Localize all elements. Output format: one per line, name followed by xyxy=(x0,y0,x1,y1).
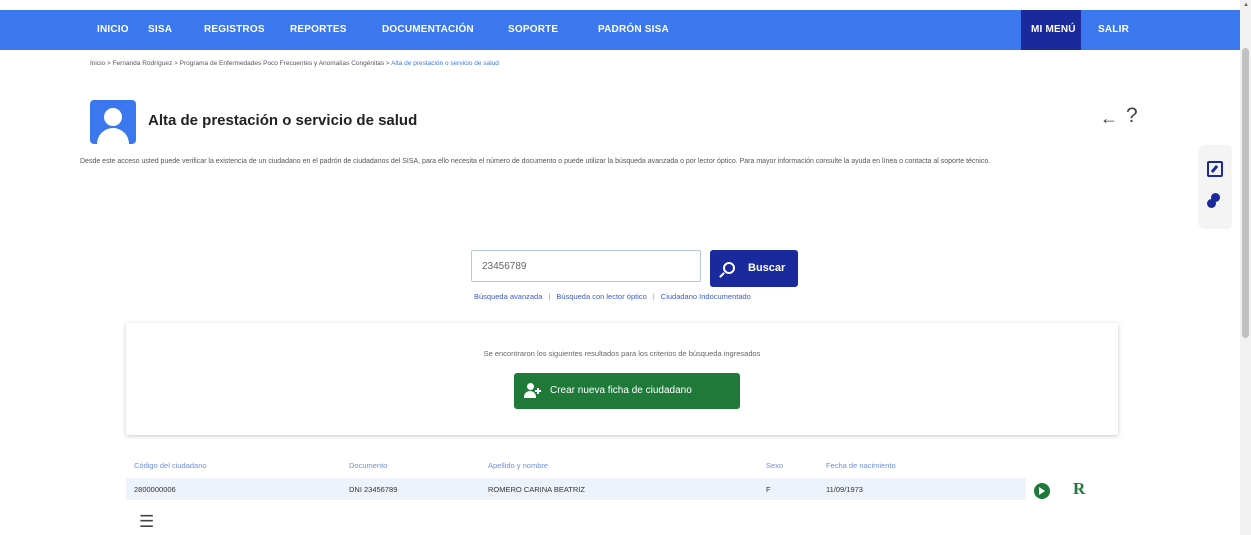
results-message: Se encontraron los siguientes resultados… xyxy=(483,349,761,358)
document-search-input[interactable] xyxy=(471,250,701,282)
cell-document: DNI 23456789 xyxy=(349,485,398,494)
nav-padron-sisa[interactable]: PADRÓN SISA xyxy=(598,10,669,50)
column-header-name: Apellido y nombre xyxy=(488,461,549,470)
create-citizen-button[interactable]: Crear nueva ficha de ciudadano xyxy=(514,373,740,409)
edit-icon[interactable] xyxy=(1207,161,1223,177)
nav-soporte[interactable]: SOPORTE xyxy=(508,10,558,50)
breadcrumb-path[interactable]: Inicio > Fernanda Rodríguez > Programa d… xyxy=(90,60,391,67)
optical-reader-search-link[interactable]: Búsqueda con lector óptico xyxy=(556,292,646,301)
select-citizen-arrow-icon[interactable] xyxy=(1034,483,1050,499)
results-card: Se encontraron los siguientes resultados… xyxy=(126,323,1118,435)
pills-icon[interactable] xyxy=(1207,193,1223,209)
column-header-document: Documento xyxy=(349,461,388,470)
hamburger-menu-icon[interactable]: ☰ xyxy=(139,513,154,530)
back-arrow-icon[interactable]: ← xyxy=(1100,108,1118,129)
top-navbar: INICIO SISA REGISTROS REPORTES DOCUMENTA… xyxy=(0,10,1240,50)
undocumented-citizen-link[interactable]: Ciudadano Indocumentado xyxy=(661,292,751,301)
cell-sex: F xyxy=(766,485,771,494)
breadcrumb-current: Alta de prestación o servicio de salud xyxy=(391,60,499,67)
help-icon[interactable]: ? xyxy=(1126,104,1138,128)
column-header-sex: Sexo xyxy=(766,461,784,470)
page-title: Alta de prestación o servicio de salud xyxy=(148,112,418,129)
link-separator: | xyxy=(652,292,655,301)
side-toolbar xyxy=(1200,147,1230,227)
column-header-code: Código del ciudadano xyxy=(134,461,207,470)
nav-inicio[interactable]: INICIO xyxy=(97,10,129,50)
nav-sisa[interactable]: SISA xyxy=(148,10,172,50)
search-button-label: Buscar xyxy=(748,262,786,274)
advanced-search-link[interactable]: Búsqueda avanzada xyxy=(474,292,542,301)
scroll-thumb[interactable] xyxy=(1242,48,1249,338)
page-description: Desde este acceso usted puede verificar … xyxy=(80,158,991,165)
user-avatar-icon xyxy=(90,100,136,144)
r-record-icon[interactable]: R xyxy=(1073,479,1085,499)
column-header-birthdate: Fecha de nacimiento xyxy=(826,461,896,470)
link-separator: | xyxy=(548,292,551,301)
nav-registros[interactable]: REGISTROS xyxy=(204,10,265,50)
add-user-icon xyxy=(524,383,541,399)
nav-reportes[interactable]: REPORTES xyxy=(290,10,347,50)
scroll-up-icon[interactable]: ▲ xyxy=(1243,2,1249,8)
search-icon xyxy=(723,262,735,274)
nav-salir[interactable]: SALIR xyxy=(1098,10,1129,50)
nav-mi-menu[interactable]: MI MENÚ xyxy=(1031,10,1076,50)
nav-documentacion[interactable]: DOCUMENTACIÓN xyxy=(382,10,474,50)
cell-name: ROMERO CARINA BEATRIZ xyxy=(488,485,585,494)
cell-code: 2800000006 xyxy=(134,485,176,494)
search-button[interactable]: Buscar xyxy=(710,250,798,287)
cell-birthdate: 11/09/1973 xyxy=(826,485,863,494)
create-citizen-label: Crear nueva ficha de ciudadano xyxy=(550,385,692,396)
breadcrumb: Inicio > Fernanda Rodríguez > Programa d… xyxy=(90,60,499,67)
vertical-scrollbar[interactable]: ▲ xyxy=(1240,0,1251,535)
search-links: Búsqueda avanzada | Búsqueda con lector óp… xyxy=(474,292,751,301)
